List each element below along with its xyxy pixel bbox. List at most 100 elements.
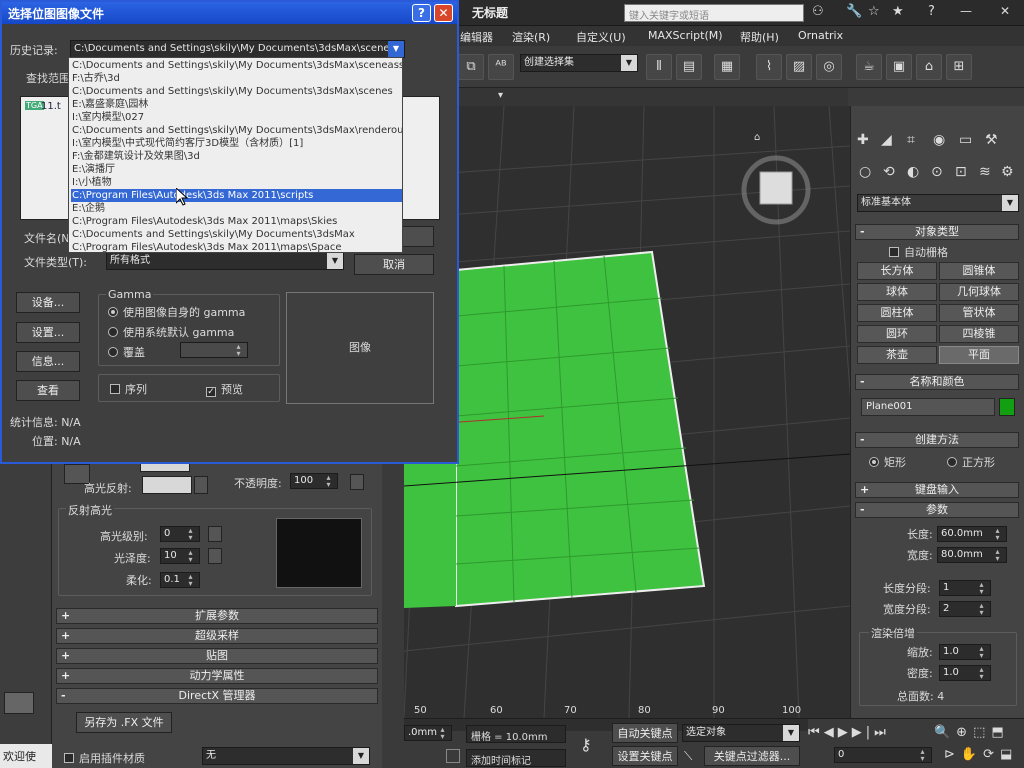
object-type-rollout[interactable]: - 对象类型 [855, 224, 1019, 240]
search-input[interactable]: 键入关键字或短语 [624, 4, 804, 22]
keyboard-entry-rollout[interactable]: + 键盘输入 [855, 482, 1019, 498]
home-icon[interactable]: ⌂ [754, 132, 760, 143]
close-app-icon[interactable]: ✕ [1000, 4, 1010, 18]
menu-maxscript[interactable]: MAXScript(M) [648, 29, 723, 42]
history-combo[interactable]: C:\Documents and Settings\skily\My Docum… [70, 40, 405, 58]
motion-tab-icon[interactable]: ◉ [933, 132, 945, 148]
cone-button[interactable]: 圆锥体 [939, 262, 1019, 280]
help-icon[interactable]: ? [928, 4, 935, 19]
info-button[interactable]: 信息... [16, 351, 80, 372]
box-button[interactable]: 长方体 [857, 262, 937, 280]
material-editor-icon[interactable]: ◎ [816, 54, 842, 80]
playback-controls[interactable]: ⏮◀▶▶|⏭ [808, 725, 890, 740]
spacewarps-icon[interactable]: ≋ [979, 164, 991, 180]
wrench-icon[interactable]: 🔧 [846, 4, 862, 19]
opacity-map-button[interactable] [350, 474, 364, 490]
abc-icon[interactable]: ᴬᴮ [488, 54, 514, 80]
name-color-rollout[interactable]: - 名称和颜色 [855, 374, 1019, 390]
history-item[interactable]: C:\Program Files\Autodesk\3ds Max 2011\m… [71, 241, 402, 254]
maps-rollout[interactable]: + 贴图 [56, 648, 378, 664]
supersampling-rollout[interactable]: + 超级采样 [56, 628, 378, 644]
align-icon[interactable]: ▤ [676, 54, 702, 80]
autogrid-checkbox[interactable]: 自动栅格 [889, 244, 948, 260]
teapot-button[interactable]: 茶壶 [857, 346, 937, 364]
tube-button[interactable]: 管状体 [939, 304, 1019, 322]
menu-ornatrix[interactable]: Ornatrix [798, 29, 843, 42]
directx-rollout[interactable]: - DirectX 管理器 [56, 688, 378, 704]
perspective-viewport[interactable]: ⌂ [404, 106, 850, 718]
object-name-input[interactable]: Plane001 [861, 398, 995, 416]
spec-level-map-button[interactable] [208, 526, 222, 542]
display-tab-icon[interactable]: ▭ [959, 132, 972, 148]
systems-icon[interactable]: ⚙ [1001, 164, 1014, 180]
dropdown-small-icon[interactable]: ▾ [498, 90, 503, 101]
dialog-help-button[interactable]: ? [412, 4, 431, 22]
glossiness-spinner[interactable]: 10 [160, 548, 200, 564]
curve-editor-icon[interactable]: ⌇ [756, 54, 782, 80]
rectangle-radio[interactable]: 矩形 [869, 454, 906, 470]
history-item[interactable]: E:\嘉盛豪庭\园林 [71, 98, 402, 111]
history-item[interactable]: F:\金都建筑设计及效果图\3d [71, 150, 402, 163]
dynamics-rollout[interactable]: + 动力学属性 [56, 668, 378, 684]
soften-spinner[interactable]: 0.1 [160, 572, 200, 588]
star-icon[interactable]: ☆ [868, 4, 880, 19]
helpers-icon[interactable]: ⊡ [955, 164, 967, 180]
geosphere-button[interactable]: 几何球体 [939, 283, 1019, 301]
scale-spinner[interactable]: 1.0 [939, 644, 991, 660]
utilities-tab-icon[interactable]: ⚒ [985, 132, 998, 148]
lights-icon[interactable]: ◐ [907, 164, 919, 180]
history-item[interactable]: C:\Documents and Settings\skily\My Docum… [71, 124, 402, 137]
history-item[interactable]: E:\演播厅 [71, 163, 402, 176]
history-item[interactable]: C:\Documents and Settings\skily\My Docum… [71, 85, 402, 98]
shapes-icon[interactable]: ⟲ [883, 164, 895, 180]
menu-help[interactable]: 帮助(H) [740, 29, 779, 45]
pyramid-button[interactable]: 四棱锥 [939, 325, 1019, 343]
parameters-rollout[interactable]: - 参数 [855, 502, 1019, 518]
plane-button[interactable]: 平面 [939, 346, 1019, 364]
menu-customize[interactable]: 自定义(U) [576, 29, 626, 45]
devices-button[interactable]: 设备... [16, 292, 80, 313]
creation-method-rollout[interactable]: - 创建方法 [855, 432, 1019, 448]
viewport-nav-icons-2[interactable]: ⊳✋⟳⬓ [944, 747, 1018, 762]
coord-z-input[interactable]: .0mm [404, 725, 452, 741]
hierarchy-tab-icon[interactable]: ⌗ [907, 132, 915, 148]
sequence-checkbox[interactable]: 序列 [110, 381, 147, 397]
length-spinner[interactable]: 60.0mm [937, 526, 1007, 542]
set-key-icon[interactable]: ⟍ [684, 749, 692, 764]
key-icon[interactable]: ⚷ [580, 735, 592, 754]
add-time-tag-button[interactable]: 添加时间标记 [466, 749, 566, 767]
history-item[interactable]: I:\室内模型\中式现代简约客厅3D模型（含材质）[1] [71, 137, 402, 150]
glossiness-map-button[interactable] [208, 548, 222, 564]
sphere-button[interactable]: 球体 [857, 283, 937, 301]
quick-render-icon[interactable]: ⊞ [946, 54, 972, 80]
menu-editor[interactable]: 编辑器 [460, 29, 493, 45]
link-icon[interactable]: ⧉ [458, 54, 484, 80]
history-item-selected[interactable]: C:\Program Files\Autodesk\3ds Max 2011\s… [71, 189, 402, 202]
history-item[interactable]: C:\Documents and Settings\skily\My Docum… [71, 59, 402, 72]
favorite-icon[interactable]: ★ [892, 4, 904, 19]
file-item[interactable]: 11.t [41, 101, 61, 112]
selected-object-combo[interactable]: 选定对象 ▼ [682, 724, 800, 742]
viewport-nav-icons[interactable]: 🔍⊕⬚⬒ [934, 725, 1010, 740]
history-item[interactable]: I:\小植物 [71, 176, 402, 189]
width-spinner[interactable]: 80.0mm [937, 547, 1007, 563]
preview-checkbox[interactable]: ✓ 预览 [206, 381, 243, 397]
history-item[interactable]: F:\古乔\3d [71, 72, 402, 85]
layer-manager-icon[interactable] [4, 692, 34, 714]
gamma-system-radio[interactable]: 使用系统默认 gamma [108, 324, 234, 340]
key-filters-button[interactable]: 关键点过滤器... [704, 746, 800, 766]
object-color-swatch[interactable] [999, 398, 1015, 416]
cameras-icon[interactable]: ⊙ [931, 164, 943, 180]
binoculars-icon[interactable]: ⚇ [812, 4, 824, 19]
create-tab-icon[interactable]: ✚ [857, 132, 869, 148]
history-dropdown-list[interactable]: C:\Documents and Settings\skily\My Docum… [68, 57, 403, 253]
plugin-combo[interactable]: 无 ▼ [202, 747, 370, 765]
gamma-override-spinner[interactable] [180, 342, 248, 358]
current-frame-spinner[interactable]: 0 [834, 747, 932, 763]
cancel-button[interactable]: 取消 [354, 254, 434, 275]
set-key-button[interactable]: 设置关键点 [612, 746, 678, 766]
selection-set-combo[interactable]: 创建选择集 ▼ [520, 54, 638, 72]
specular-map-button[interactable] [194, 476, 208, 494]
render-setup-icon[interactable]: ☕ [856, 54, 882, 80]
spec-level-spinner[interactable]: 0 [160, 526, 200, 542]
